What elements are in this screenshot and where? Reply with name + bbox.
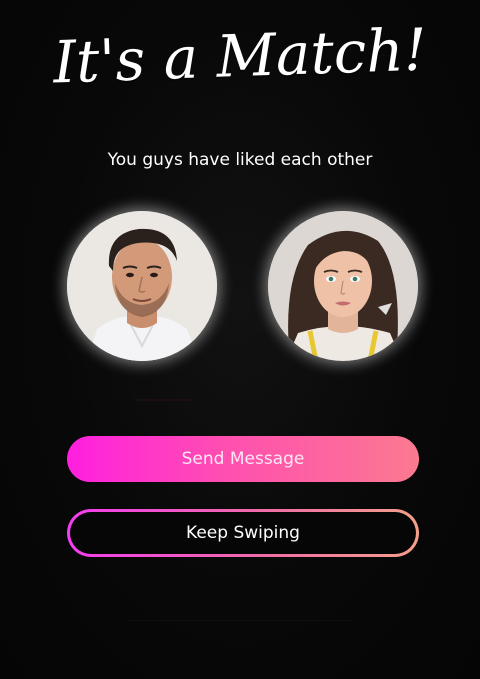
keep-swiping-button[interactable]: Keep Swiping — [67, 509, 419, 557]
woman-avatar-icon — [268, 211, 418, 361]
bottom-divider — [130, 620, 350, 621]
keep-swiping-label: Keep Swiping — [186, 523, 300, 543]
man-avatar-icon — [67, 211, 217, 361]
match-screen: It's a Match! You guys have liked each o… — [0, 0, 480, 679]
match-profile-photo — [268, 211, 418, 361]
divider — [135, 399, 195, 401]
match-title: It's a Match! — [52, 15, 428, 97]
my-profile-photo — [67, 211, 217, 361]
keep-swiping-inner: Keep Swiping — [70, 512, 416, 554]
match-subtitle: You guys have liked each other — [107, 150, 373, 170]
send-message-button[interactable]: Send Message — [67, 436, 419, 482]
send-message-label: Send Message — [181, 449, 305, 469]
